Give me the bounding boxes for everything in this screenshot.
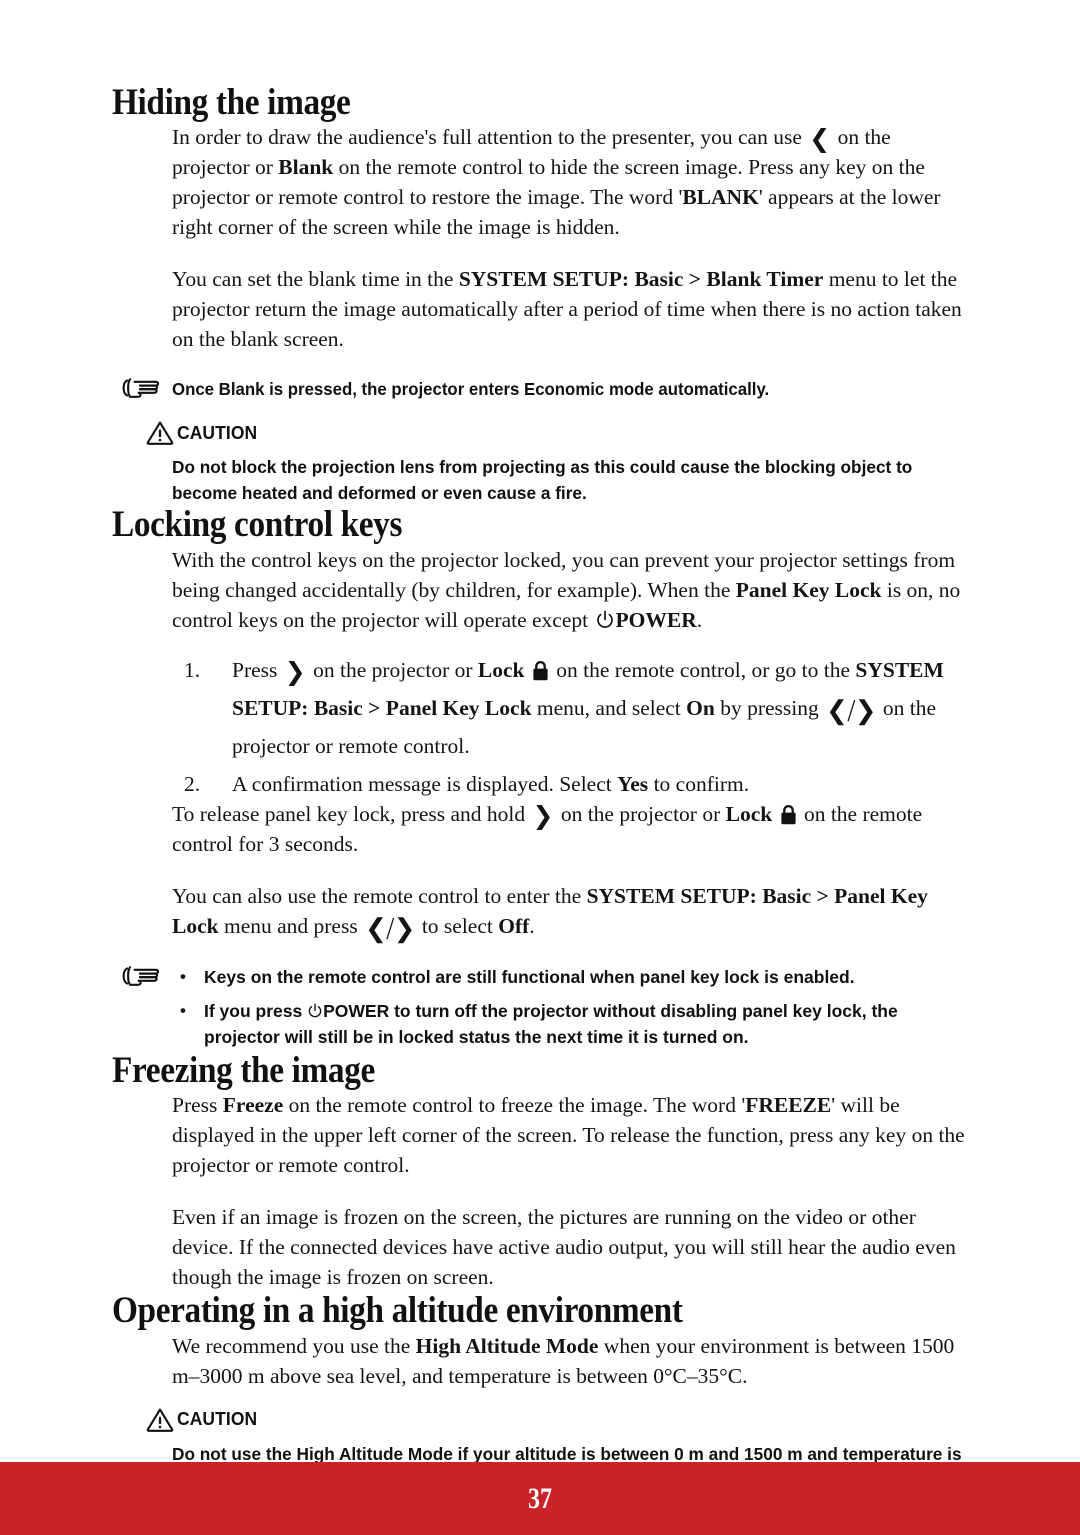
step-number: 1. <box>184 657 201 682</box>
caution-label: CAUTION <box>177 1409 258 1430</box>
emphasis-text: Panel Key Lock <box>735 577 882 602</box>
heading-freezing-the-image: Freezing the image <box>112 1049 375 1091</box>
paragraph-locking-remote: You can also use the remote control to e… <box>172 883 928 944</box>
caution-header: CAUTION <box>146 1405 972 1435</box>
power-icon <box>596 610 613 628</box>
emphasis-text: FREEZE <box>745 1093 832 1118</box>
note-list-item: • Keys on the remote control are still f… <box>172 964 972 990</box>
caution-header: CAUTION <box>146 418 972 448</box>
paragraph-hiding-1: In order to draw the audience's full att… <box>172 124 941 240</box>
emphasis-text: POWER <box>615 607 697 632</box>
bullet-icon: • <box>180 966 186 986</box>
note-list-item: • If you press POWER to turn off the pro… <box>172 998 972 1050</box>
step-text: Press ❯ on the projector or Lock on the … <box>232 656 944 758</box>
note-panel-key-lock: • Keys on the remote control are still f… <box>112 964 972 1050</box>
emphasis-text: BLANK <box>682 185 759 210</box>
chevron-pair-icon: ❮/❯ <box>826 695 876 726</box>
caution-text: Do not block the projection lens from pr… <box>172 457 913 504</box>
page-content: Hiding the image In order to draw the au… <box>112 82 972 1519</box>
caution-block-lens: CAUTION Do not block the projection lens… <box>112 418 972 506</box>
emphasis-text: Off <box>498 913 530 938</box>
step-item-1: 1. Press ❯ on the projector or Lock on t… <box>172 651 972 765</box>
emphasis-text: High Altitude Mode <box>415 1333 599 1358</box>
warning-triangle-icon <box>146 420 174 446</box>
note-text: Once Blank is pressed, the projector ent… <box>172 379 770 400</box>
emphasis-text: On <box>686 695 715 720</box>
emphasis-text: SYSTEM SETUP: Basic > Panel Key Lock <box>172 883 928 938</box>
paragraph-locking-release: To release panel key lock, press and hol… <box>172 800 923 856</box>
note-bullet-list: • Keys on the remote control are still f… <box>172 964 972 1050</box>
note-item-text: Keys on the remote control are still fun… <box>204 966 855 987</box>
caution-label: CAUTION <box>177 422 258 443</box>
paragraph-freezing-2: Even if an image is frozen on the screen… <box>172 1205 956 1290</box>
paragraph-locking-1: With the control keys on the projector l… <box>172 547 961 632</box>
manual-page: Hiding the image In order to draw the au… <box>0 0 1080 1535</box>
heading-high-altitude-environment: Operating in a high altitude environment <box>112 1290 683 1332</box>
step-text: A confirmation message is displayed. Sel… <box>232 771 750 796</box>
locking-steps: 1. Press ❯ on the projector or Lock on t… <box>172 651 972 799</box>
chevron-icon: ❮ <box>809 124 831 154</box>
step-item-2: 2. A confirmation message is displayed. … <box>172 769 972 799</box>
warning-triangle-icon <box>146 1407 174 1433</box>
paragraph-freezing-1: Press Freeze on the remote control to fr… <box>172 1093 965 1178</box>
pointing-hand-icon <box>118 963 162 989</box>
emphasis-text: SYSTEM SETUP: Basic > Blank Timer <box>458 267 824 292</box>
emphasis-text: Lock <box>725 801 773 826</box>
freezing-body: Press Freeze on the remote control to fr… <box>172 1090 972 1292</box>
paragraph-hiding-2: You can set the blank time in the SYSTEM… <box>172 267 962 352</box>
pointing-hand-icon <box>118 375 162 401</box>
emphasis-text: Yes <box>617 771 649 796</box>
hiding-body: In order to draw the audience's full att… <box>172 122 972 354</box>
emphasis-text: Blank <box>278 155 334 180</box>
lock-icon <box>780 804 796 825</box>
bullet-icon: • <box>180 1000 186 1020</box>
chevron-icon: ❯ <box>532 800 554 830</box>
paragraph-altitude-1: We recommend you use the High Altitude M… <box>172 1333 955 1388</box>
note-blank-economic-mode: Once Blank is pressed, the projector ent… <box>112 376 972 404</box>
page-number: 37 <box>528 1482 552 1515</box>
power-icon <box>308 1003 322 1018</box>
chevron-icon: ❯ <box>284 656 306 686</box>
emphasis-text: Freeze <box>222 1093 284 1118</box>
locking-body: With the control keys on the projector l… <box>172 545 972 942</box>
step-number: 2. <box>184 771 201 796</box>
emphasis-text: Lock <box>477 657 525 682</box>
heading-hiding-the-image: Hiding the image <box>112 82 351 123</box>
note-item-text: If you press POWER to turn off the proje… <box>204 1000 898 1047</box>
heading-locking-control-keys: Locking control keys <box>112 504 403 546</box>
altitude-body: We recommend you use the High Altitude M… <box>172 1331 972 1391</box>
chevron-pair-icon: ❮/❯ <box>365 913 415 944</box>
lock-icon <box>533 660 548 681</box>
